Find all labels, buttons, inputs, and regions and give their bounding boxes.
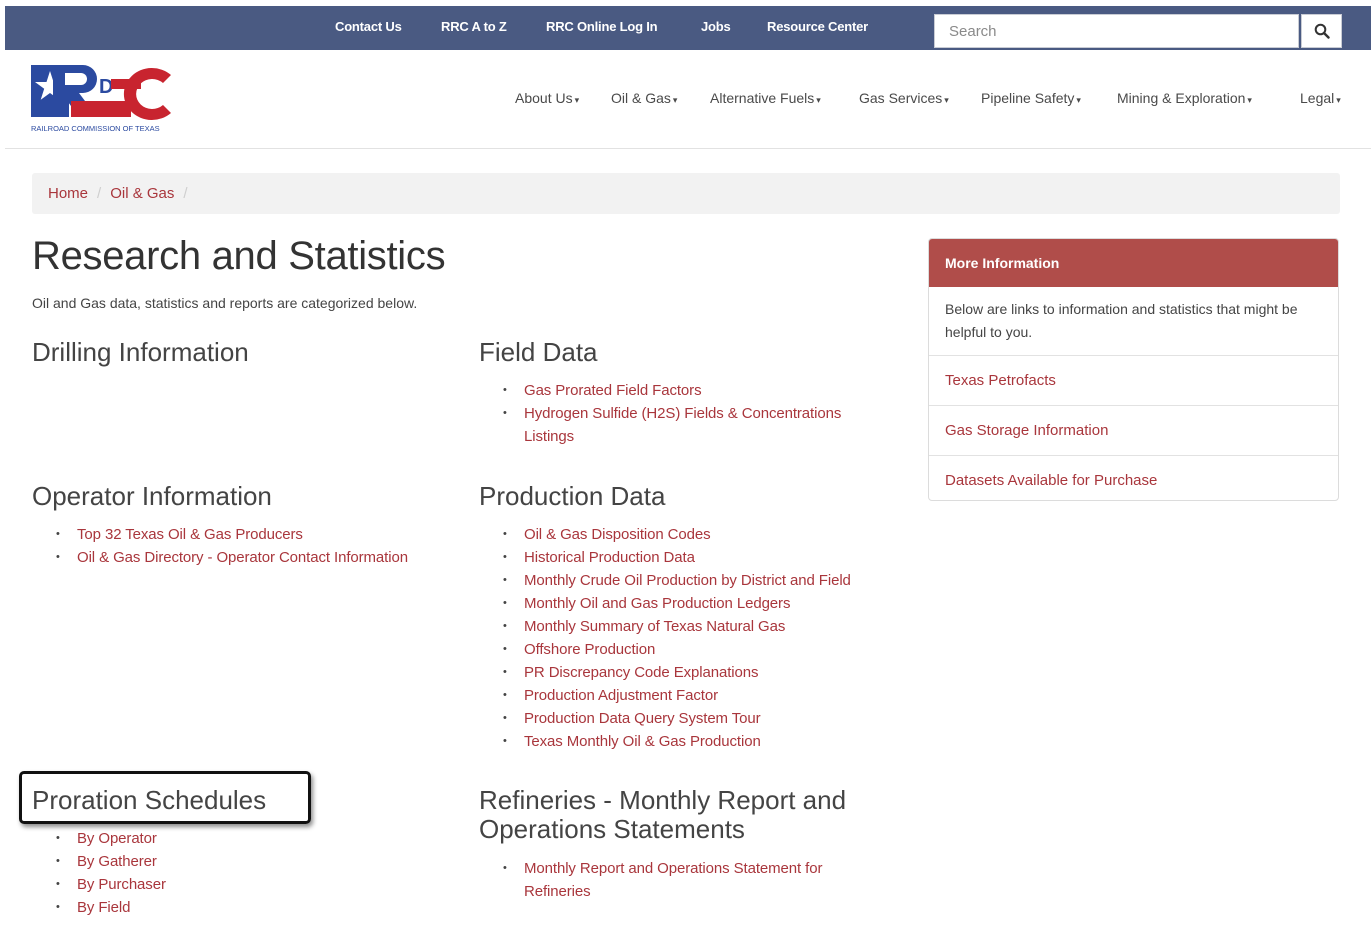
nav-legal[interactable]: Legal ▾ [1300,90,1341,106]
field-link-h2s[interactable]: Hydrogen Sulfide (H2S) Fields & Concentr… [524,405,841,445]
production-link[interactable]: Production Adjustment Factor [524,687,718,704]
nav-mining-exploration[interactable]: Mining & Exploration ▾ [1117,90,1252,106]
field-link-gas-prorated[interactable]: Gas Prorated Field Factors [524,382,702,399]
production-data-list: Oil & Gas Disposition Codes Historical P… [500,523,900,753]
datasets-purchase-link[interactable]: Datasets Available for Purchase [945,472,1157,489]
texas-petrofacts-link[interactable]: Texas Petrofacts [945,372,1056,389]
list-item: Monthly Summary of Texas Natural Gas [500,615,900,638]
list-item: Historical Production Data [500,546,900,569]
proration-link-by-field[interactable]: By Field [77,899,130,916]
rrc-a-to-z-link[interactable]: RRC A to Z [441,19,507,34]
production-link[interactable]: PR Discrepancy Code Explanations [524,664,759,681]
panel-item: Gas Storage Information [929,406,1338,456]
search-icon [1314,23,1330,39]
production-link[interactable]: Texas Monthly Oil & Gas Production [524,733,761,750]
contact-us-link[interactable]: Contact Us [335,19,402,34]
production-link[interactable]: Offshore Production [524,641,655,658]
rrc-logo[interactable]: D RAILROAD COMMISSION OF TEXAS [31,61,176,139]
panel-heading: More Information [929,239,1338,287]
list-item: Production Adjustment Factor [500,684,900,707]
logo-caption: RAILROAD COMMISSION OF TEXAS [31,124,160,133]
page-title: Research and Statistics [32,234,446,278]
list-item: Texas Monthly Oil & Gas Production [500,730,900,753]
panel-item: Datasets Available for Purchase [929,456,1338,500]
list-item: Monthly Crude Oil Production by District… [500,569,900,592]
production-link[interactable]: Monthly Crude Oil Production by District… [524,572,851,589]
operator-link-top32[interactable]: Top 32 Texas Oil & Gas Producers [77,526,303,543]
gas-storage-info-link[interactable]: Gas Storage Information [945,422,1108,439]
production-link[interactable]: Oil & Gas Disposition Codes [524,526,711,543]
nav-oil-gas[interactable]: Oil & Gas ▾ [611,90,677,106]
list-item: By Operator [53,827,353,850]
field-data-heading: Field Data [479,337,598,367]
search-box [934,14,1299,48]
search-button[interactable] [1301,14,1342,48]
production-link[interactable]: Monthly Oil and Gas Production Ledgers [524,595,790,612]
nav-alternative-fuels[interactable]: Alternative Fuels ▾ [710,90,821,106]
proration-link-by-operator[interactable]: By Operator [77,830,157,847]
proration-link-by-gatherer[interactable]: By Gatherer [77,853,157,870]
list-item: Oil & Gas Disposition Codes [500,523,900,546]
field-data-list: Gas Prorated Field Factors Hydrogen Sulf… [500,379,880,448]
proration-schedules-heading: Proration Schedules [32,785,267,815]
top-utility-bar: Contact Us RRC A to Z RRC Online Log In … [5,6,1371,50]
rrc-online-login-link[interactable]: RRC Online Log In [546,19,658,34]
search-input[interactable] [935,15,1298,47]
operator-link-directory[interactable]: Oil & Gas Directory - Operator Contact I… [77,549,408,566]
list-item: Hydrogen Sulfide (H2S) Fields & Concentr… [500,402,880,448]
list-item: Production Data Query System Tour [500,707,900,730]
more-information-panel: More Information Below are links to info… [928,238,1339,501]
panel-item: Texas Petrofacts [929,356,1338,406]
list-item: By Purchaser [53,873,353,896]
list-item: Top 32 Texas Oil & Gas Producers [53,523,453,546]
list-item: Monthly Report and Operations Statement … [500,857,870,903]
panel-description: Below are links to information and stati… [929,287,1338,356]
breadcrumb-home[interactable]: Home [48,185,88,202]
nav-pipeline-safety[interactable]: Pipeline Safety ▾ [981,90,1081,106]
page-intro: Oil and Gas data, statistics and reports… [32,295,418,311]
breadcrumb-oil-gas[interactable]: Oil & Gas [110,185,174,202]
proration-link-by-purchaser[interactable]: By Purchaser [77,876,166,893]
nav-about-us[interactable]: About Us ▾ [515,90,579,106]
resource-center-link[interactable]: Resource Center [767,19,868,34]
nav-gas-services[interactable]: Gas Services ▾ [859,90,949,106]
refineries-link[interactable]: Monthly Report and Operations Statement … [524,860,822,900]
production-link[interactable]: Production Data Query System Tour [524,710,761,727]
list-item: Monthly Oil and Gas Production Ledgers [500,592,900,615]
list-item: By Field [53,896,353,919]
production-link[interactable]: Monthly Summary of Texas Natural Gas [524,618,785,635]
breadcrumb: Home / Oil & Gas / [32,173,1340,214]
list-item: By Gatherer [53,850,353,873]
list-item: PR Discrepancy Code Explanations [500,661,900,684]
list-item: Offshore Production [500,638,900,661]
list-item: Oil & Gas Directory - Operator Contact I… [53,546,453,569]
refineries-heading: Refineries - Monthly Report and Operatio… [479,785,847,844]
operator-info-heading: Operator Information [32,481,272,511]
list-item: Gas Prorated Field Factors [500,379,880,402]
site-header: D RAILROAD COMMISSION OF TEXAS About Us ▾… [5,50,1371,149]
proration-schedules-list: By Operator By Gatherer By Purchaser By … [53,827,353,919]
production-data-heading: Production Data [479,481,666,511]
production-link[interactable]: Historical Production Data [524,549,695,566]
jobs-link[interactable]: Jobs [701,19,731,34]
refineries-list: Monthly Report and Operations Statement … [500,857,870,903]
drilling-info-heading: Drilling Information [32,337,249,367]
operator-info-list: Top 32 Texas Oil & Gas Producers Oil & G… [53,523,453,569]
